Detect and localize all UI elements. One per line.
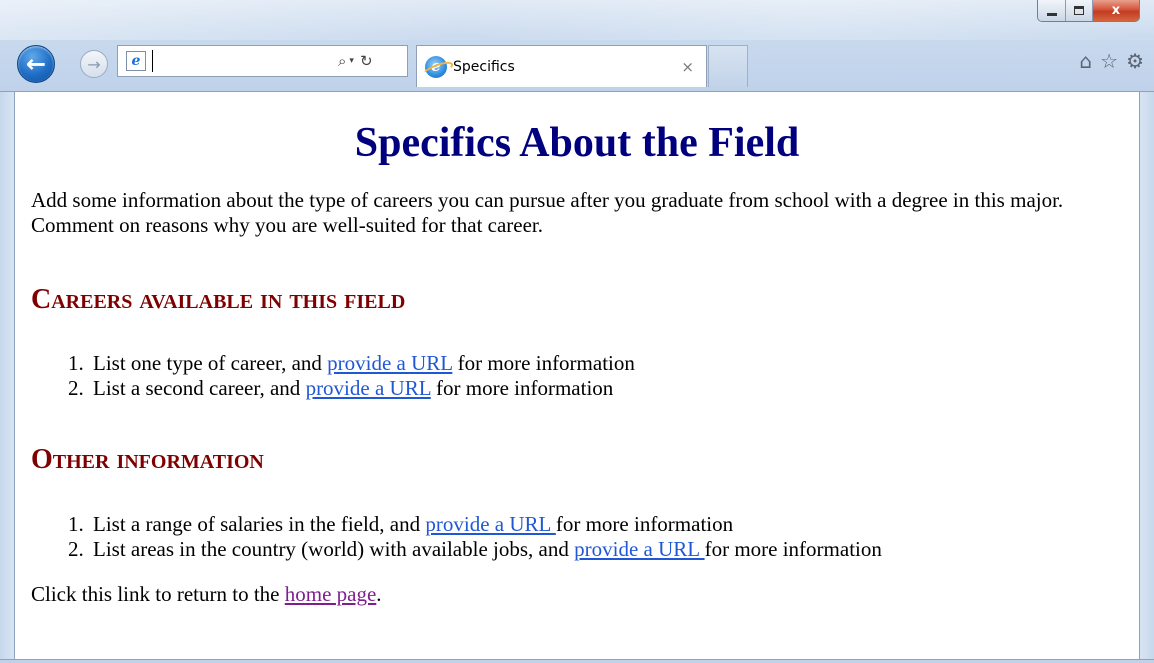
footer-text: . xyxy=(376,582,382,607)
section-heading-careers: Careers available in this field xyxy=(31,283,406,315)
window-frame-right xyxy=(1140,92,1154,659)
list-item: List a second career, and provide a URL … xyxy=(89,376,1123,401)
provide-url-link[interactable]: provide a URL xyxy=(306,376,431,400)
page-title: Specifics About the Field xyxy=(354,120,800,166)
item-text: List a second career, and xyxy=(93,376,306,401)
list-item: List a range of salaries in the field, a… xyxy=(89,512,1123,537)
back-button[interactable]: ← xyxy=(17,45,55,83)
maximize-icon xyxy=(1074,6,1084,15)
browser-titlebar: x ← → e ⌕ ▾ ↻ e Specifics × ⌂ ☆ ⚙ xyxy=(0,0,1154,92)
tab-close-icon[interactable]: × xyxy=(681,58,694,76)
section-heading-other: Other information xyxy=(31,444,264,476)
refresh-icon[interactable]: ↻ xyxy=(360,52,373,70)
command-icons: ⌂ ☆ ⚙ xyxy=(1079,51,1144,71)
window-frame-bottom xyxy=(0,659,1154,663)
forward-button[interactable]: → xyxy=(80,50,108,78)
minimize-icon xyxy=(1046,13,1057,16)
ie-logo-icon: e xyxy=(425,55,447,78)
address-input[interactable] xyxy=(152,50,332,72)
item-text: List a range of salaries in the field, a… xyxy=(93,512,426,537)
home-page-link[interactable]: home page xyxy=(285,582,377,606)
new-tab-button[interactable] xyxy=(708,45,748,87)
dropdown-icon[interactable]: ▾ xyxy=(349,56,354,66)
provide-url-link[interactable]: provide a URL xyxy=(574,537,704,561)
ie-page-icon: e xyxy=(126,51,146,71)
item-text: List areas in the country (world) with a… xyxy=(93,537,575,562)
footer-text: Click this link to return to the xyxy=(31,582,285,607)
maximize-button[interactable] xyxy=(1066,0,1093,21)
tab-specifics[interactable]: e Specifics × xyxy=(416,45,707,87)
address-bar: e ⌕ ▾ ↻ xyxy=(117,45,408,77)
tab-title: Specifics xyxy=(453,58,515,75)
item-text: List one type of career, and xyxy=(93,351,328,376)
list-item: List one type of career, and provide a U… xyxy=(89,351,1123,376)
item-text: for more information xyxy=(430,376,614,401)
list-item: List areas in the country (world) with a… xyxy=(89,537,1123,562)
minimize-button[interactable] xyxy=(1038,0,1066,21)
item-text: for more information xyxy=(704,537,882,562)
home-icon[interactable]: ⌂ xyxy=(1079,51,1092,71)
other-info-list: List a range of salaries in the field, a… xyxy=(89,512,1123,562)
footer-paragraph: Click this link to return to the home pa… xyxy=(31,582,1123,607)
intro-paragraph: Add some information about the type of c… xyxy=(31,188,1064,238)
provide-url-link[interactable]: provide a URL xyxy=(327,351,452,375)
close-icon: x xyxy=(1111,3,1121,18)
back-arrow-icon: ← xyxy=(25,50,47,78)
window-controls: x xyxy=(1037,0,1140,22)
search-icon[interactable]: ⌕ xyxy=(338,52,346,70)
item-text: for more information xyxy=(452,351,635,376)
item-text: for more information xyxy=(555,512,734,537)
close-window-button[interactable]: x xyxy=(1093,0,1139,21)
settings-gear-icon[interactable]: ⚙ xyxy=(1126,51,1144,71)
forward-arrow-icon: → xyxy=(87,54,101,74)
page-viewport: Specifics About the Field Add some infor… xyxy=(14,92,1140,659)
careers-list: List one type of career, and provide a U… xyxy=(89,351,1123,401)
favorites-star-icon[interactable]: ☆ xyxy=(1100,51,1118,71)
provide-url-link[interactable]: provide a URL xyxy=(425,512,555,536)
window-frame-left xyxy=(0,92,14,659)
